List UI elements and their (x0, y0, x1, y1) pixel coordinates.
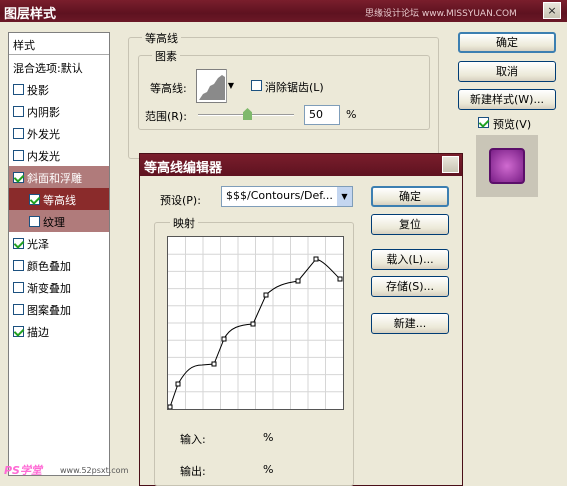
output-unit: % (263, 463, 274, 476)
style-preview (476, 135, 538, 197)
checkbox[interactable] (13, 260, 24, 271)
range-label: 范围(R): (145, 110, 187, 123)
sidebar-item-label: 光泽 (27, 238, 49, 251)
output-label: 输出: (180, 465, 206, 478)
brand-watermark: PS学堂 (4, 464, 42, 477)
editor-ok-button[interactable]: 确定 (371, 186, 449, 207)
editor-close-button[interactable] (442, 156, 459, 173)
sidebar-item-texture[interactable]: 纹理 (9, 210, 109, 232)
sidebar-item-label: 内阴影 (27, 106, 60, 119)
sidebar-item-label: 投影 (27, 84, 49, 97)
checkbox[interactable] (13, 304, 24, 315)
site-watermark: www.52psxt.com (60, 466, 129, 475)
sidebar-item-color-overlay[interactable]: 颜色叠加 (9, 254, 109, 276)
elements-group-title: 图素 (152, 48, 180, 64)
sidebar-item-label: 图案叠加 (27, 304, 71, 317)
range-input[interactable]: 50 (304, 105, 340, 125)
input-label: 输入: (180, 433, 206, 446)
checkbox[interactable] (13, 84, 24, 95)
checkbox[interactable] (13, 106, 24, 117)
sidebar-item-contour[interactable]: 等高线 (9, 188, 109, 210)
sidebar-item-label: 斜面和浮雕 (27, 172, 82, 185)
sidebar-item-gradient-overlay[interactable]: 渐变叠加 (9, 276, 109, 298)
sidebar-item-satin[interactable]: 光泽 (9, 232, 109, 254)
preview-swatch (489, 148, 525, 184)
sidebar-item-label: 描边 (27, 326, 49, 339)
sidebar-item-label: 内发光 (27, 150, 60, 163)
editor-new-button[interactable]: 新建... (371, 313, 449, 334)
sidebar-item-label: 颜色叠加 (27, 260, 71, 273)
chevron-down-icon[interactable]: ▼ (337, 187, 352, 206)
checkbox[interactable] (29, 216, 40, 227)
sidebar-item-pattern-overlay[interactable]: 图案叠加 (9, 298, 109, 320)
sidebar-item-inner-glow[interactable]: 内发光 (9, 144, 109, 166)
checkbox[interactable] (13, 172, 24, 183)
preset-label: 预设(P): (160, 194, 201, 207)
contour-thumbnail-icon (199, 75, 225, 100)
preset-select[interactable]: $$$/Contours/Def... ▼ (221, 186, 353, 207)
contour-dropdown-button[interactable]: ▼ (226, 69, 235, 103)
contour-graph[interactable] (167, 236, 344, 410)
checkbox[interactable] (29, 194, 40, 205)
sidebar-item-drop-shadow[interactable]: 投影 (9, 78, 109, 100)
sidebar-item-bevel-emboss[interactable]: 斜面和浮雕 (9, 166, 109, 188)
mapping-group-title: 映射 (170, 215, 198, 231)
antialias-checkbox[interactable] (251, 80, 262, 91)
sidebar-item-label: 混合选项:默认 (13, 62, 83, 75)
cancel-button[interactable]: 取消 (458, 61, 556, 82)
new-style-button[interactable]: 新建样式(W)... (458, 89, 556, 110)
editor-save-button[interactable]: 存储(S)... (371, 276, 449, 297)
checkbox[interactable] (13, 128, 24, 139)
preview-checkbox[interactable] (478, 117, 489, 128)
input-unit: % (263, 431, 274, 444)
range-unit: % (346, 108, 357, 121)
sidebar-item-inner-shadow[interactable]: 内阴影 (9, 100, 109, 122)
contour-curve-canvas[interactable] (167, 237, 343, 410)
contour-editor-title: 等高线编辑器 (140, 154, 462, 176)
checkbox[interactable] (13, 150, 24, 161)
ok-button[interactable]: 确定 (458, 32, 556, 53)
sidebar-item-label: 纹理 (43, 216, 65, 229)
sidebar-item-label: 外发光 (27, 128, 60, 141)
sidebar-item-label: 渐变叠加 (27, 282, 71, 295)
style-list-header: 样式 (9, 33, 109, 55)
contour-group-title: 等高线 (142, 30, 181, 46)
checkbox[interactable] (13, 326, 24, 337)
style-list: 样式 混合选项:默认 投影 内阴影 外发光 内发光 斜面和浮雕 等高线 纹理 光… (8, 32, 110, 476)
sidebar-item-outer-glow[interactable]: 外发光 (9, 122, 109, 144)
sidebar-item-stroke[interactable]: 描边 (9, 320, 109, 342)
checkbox[interactable] (13, 238, 24, 249)
sidebar-item-blending-options[interactable]: 混合选项:默认 (9, 56, 109, 78)
close-button[interactable]: × (543, 2, 561, 19)
preset-value: $$$/Contours/Def... (226, 189, 333, 202)
editor-reset-button[interactable]: 复位 (371, 214, 449, 235)
checkbox[interactable] (13, 282, 24, 293)
preview-label: 预览(V) (493, 118, 532, 131)
antialias-label: 消除锯齿(L) (265, 81, 324, 94)
contour-label: 等高线: (150, 82, 187, 95)
watermark-text: 思缘设计论坛 www.MISSYUAN.COM (365, 9, 517, 19)
title-bar: 图层样式 思缘设计论坛 www.MISSYUAN.COM × (0, 0, 567, 22)
window-title: 图层样式 (4, 7, 57, 22)
sidebar-item-label: 等高线 (43, 194, 76, 207)
editor-load-button[interactable]: 载入(L)... (371, 249, 449, 270)
